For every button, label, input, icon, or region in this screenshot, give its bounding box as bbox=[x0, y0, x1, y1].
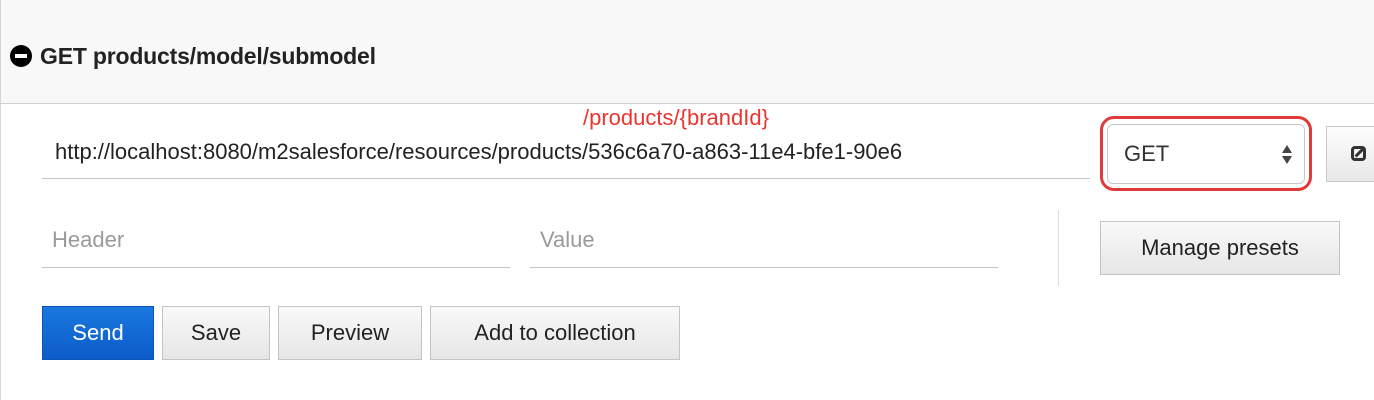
minus-circle-icon[interactable] bbox=[10, 45, 32, 67]
save-button[interactable]: Save bbox=[162, 306, 270, 360]
divider bbox=[0, 104, 1, 400]
section-header[interactable]: GET products/model/submodel bbox=[10, 38, 376, 74]
edit-button[interactable] bbox=[1326, 126, 1374, 182]
header-key-input[interactable] bbox=[42, 212, 510, 268]
add-to-collection-button[interactable]: Add to collection bbox=[430, 306, 680, 360]
method-select[interactable]: GET bbox=[1107, 124, 1305, 184]
preview-button[interactable]: Preview bbox=[278, 306, 422, 360]
manage-presets-button[interactable]: Manage presets bbox=[1100, 221, 1340, 275]
edit-icon bbox=[1351, 146, 1366, 161]
updown-arrow-icon bbox=[1282, 144, 1292, 164]
divider bbox=[0, 103, 1374, 104]
header-value-input[interactable] bbox=[530, 212, 998, 268]
section-title: GET products/model/submodel bbox=[40, 42, 376, 69]
send-button[interactable]: Send bbox=[42, 306, 154, 360]
method-select-value: GET bbox=[1124, 141, 1170, 166]
url-input[interactable] bbox=[42, 125, 1090, 179]
divider bbox=[1058, 210, 1059, 286]
